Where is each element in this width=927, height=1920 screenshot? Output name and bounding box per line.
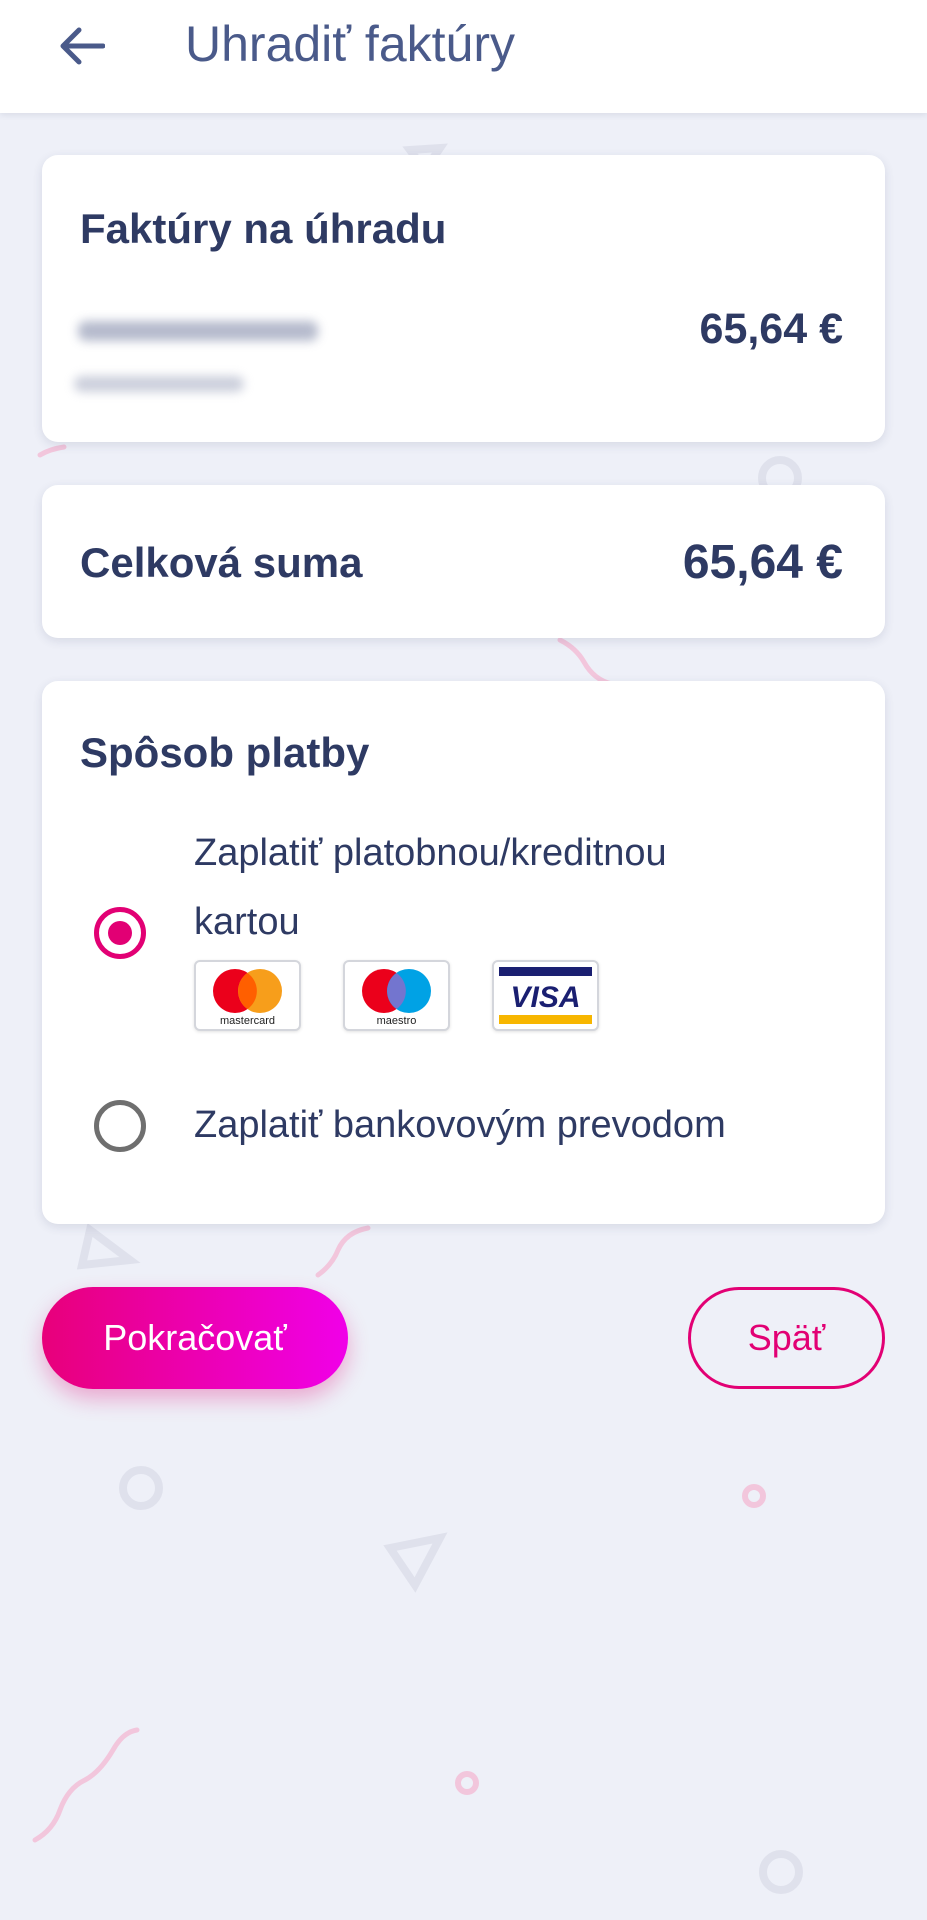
- total-amount: 65,64 €: [682, 536, 843, 589]
- app-bar: Uhradiť faktúry: [0, 0, 927, 113]
- invoice-amount: 65,64 €: [699, 305, 843, 353]
- arrow-left-icon: [60, 27, 105, 65]
- maestro-logo-text: maestro: [377, 1015, 417, 1027]
- total-label: Celková suma: [80, 539, 363, 586]
- invoice-date-redacted: [74, 376, 244, 392]
- invoices-card: Faktúry na úhradu 65,64 €: [42, 155, 885, 442]
- continue-button[interactable]: Pokračovať: [42, 1287, 348, 1389]
- maestro-logo: maestro: [343, 960, 450, 1031]
- payment-method-card: Spôsob platby Zaplatiť platobnou/kreditn…: [42, 681, 885, 1224]
- card-payment-radio[interactable]: [94, 907, 146, 959]
- invoices-heading: Faktúry na úhradu: [80, 205, 447, 252]
- page-title: Uhradiť faktúry: [185, 16, 515, 72]
- payment-method-heading: Spôsob platby: [80, 729, 370, 776]
- bank-transfer-label[interactable]: Zaplatiť bankovovým prevodom: [194, 1091, 726, 1160]
- bank-transfer-radio[interactable]: [94, 1100, 146, 1152]
- invoice-number-redacted: [78, 321, 318, 341]
- card-payment-label-line2[interactable]: kartou: [194, 888, 300, 957]
- back-button[interactable]: [50, 14, 114, 78]
- mastercard-logo: mastercard: [194, 960, 301, 1031]
- mastercard-logo-text: mastercard: [220, 1015, 275, 1027]
- card-payment-label-line1[interactable]: Zaplatiť platobnou/kreditnou: [194, 819, 667, 888]
- visa-logo-text: VISA: [510, 981, 580, 1014]
- total-card: Celková suma 65,64 €: [42, 485, 885, 638]
- visa-logo: VISA: [492, 960, 599, 1031]
- back-text-button[interactable]: Späť: [688, 1287, 885, 1389]
